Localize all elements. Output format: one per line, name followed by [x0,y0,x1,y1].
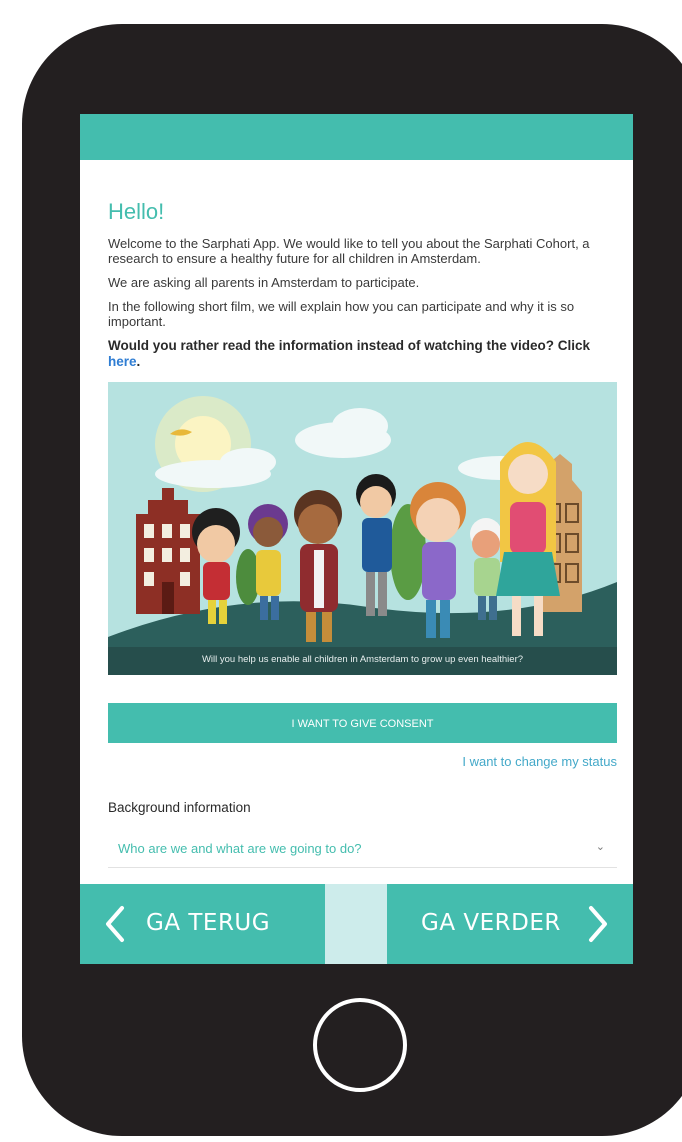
top-bar [80,114,633,160]
go-next-button[interactable]: GA VERDER [387,884,633,964]
go-back-label: GA TERUG [146,910,271,936]
read-prompt-end: . [136,354,141,369]
read-instead-prompt: Would you rather read the information in… [108,338,620,370]
go-back-button[interactable]: GA TERUG [80,884,325,964]
app-screen: Hello! Welcome to the Sarphati App. We w… [80,114,633,964]
home-button[interactable] [313,998,407,1092]
accordion-item-label: Who are we and what are we going to do? [118,841,362,856]
intro-section: Hello! Welcome to the Sarphati App. We w… [108,198,620,381]
read-here-link[interactable]: here [108,354,137,369]
intro-paragraph-2: We are asking all parents in Amsterdam t… [108,275,420,290]
read-prompt-text: Would you rather read the information in… [108,338,591,353]
give-consent-button[interactable]: I WANT TO GIVE CONSENT [108,703,617,743]
chevron-left-icon [106,906,124,942]
page-title: Hello! [108,199,165,224]
nav-divider [325,884,387,964]
chevron-down-icon: ⌄ [595,841,605,853]
video-illustration [108,382,617,675]
intro-paragraph-1: Welcome to the Sarphati App. We would li… [108,236,590,266]
change-status-link[interactable]: I want to change my status [462,754,617,769]
accordion-item-who-are-we[interactable]: Who are we and what are we going to do? … [108,829,617,868]
background-information-heading: Background information [108,800,251,815]
chevron-right-icon [589,906,607,942]
video-caption: Will you help us enable all children in … [201,654,524,665]
intro-video[interactable]: Will you help us enable all children in … [108,382,617,675]
intro-paragraph-3: In the following short film, we will exp… [108,299,575,329]
go-next-label: GA VERDER [421,910,561,936]
